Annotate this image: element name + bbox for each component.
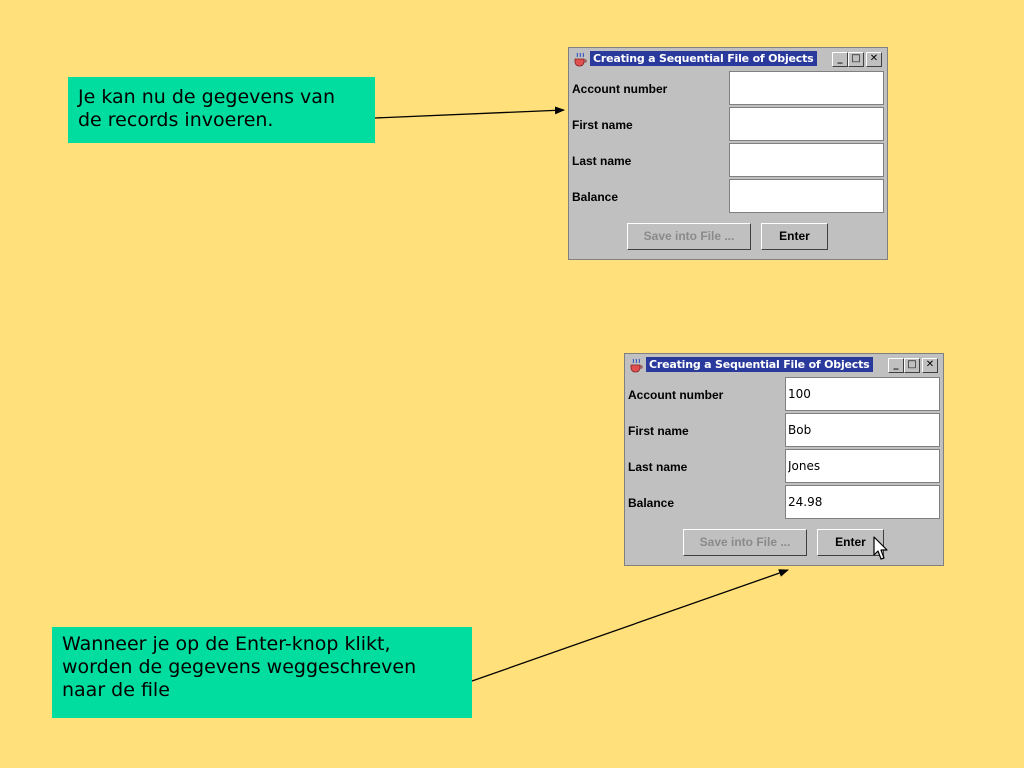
- save-into-file-button[interactable]: Save into File ...: [627, 223, 751, 250]
- note-enter-records: Je kan nu de gegevens van de records inv…: [68, 77, 375, 143]
- account-number-label: Account number: [628, 388, 724, 402]
- maximize-button[interactable]: □: [904, 358, 920, 373]
- account-number-input[interactable]: [785, 377, 940, 411]
- arrow-to-empty-form: [374, 106, 565, 119]
- note-line: naar de file: [62, 679, 170, 701]
- close-button[interactable]: ✕: [922, 358, 938, 373]
- enter-button[interactable]: Enter: [761, 223, 828, 250]
- close-button[interactable]: ✕: [866, 52, 882, 67]
- form-row-account-number: Account number: [572, 70, 886, 106]
- window-empty-form: Creating a Sequential File of Objects _ …: [568, 47, 888, 260]
- mouse-pointer-icon: [873, 536, 888, 560]
- last-name-label: Last name: [628, 460, 688, 474]
- balance-input[interactable]: [729, 179, 884, 213]
- balance-input[interactable]: [785, 485, 940, 519]
- title-bar[interactable]: Creating a Sequential File of Objects _ …: [626, 355, 942, 375]
- note-line: worden de gegevens weggeschreven: [62, 656, 417, 678]
- save-into-file-button[interactable]: Save into File ...: [683, 529, 807, 556]
- last-name-input[interactable]: [729, 143, 884, 177]
- title-bar[interactable]: Creating a Sequential File of Objects _ …: [570, 49, 886, 69]
- window-title: Creating a Sequential File of Objects: [646, 357, 873, 372]
- maximize-button[interactable]: □: [848, 52, 864, 67]
- form-row-last-name: Last name: [572, 142, 886, 178]
- note-enter-button-explanation: Wanneer je op de Enter-knop klikt, worde…: [52, 627, 472, 718]
- window-title: Creating a Sequential File of Objects: [590, 51, 817, 66]
- last-name-label: Last name: [572, 154, 632, 168]
- first-name-label: First name: [572, 118, 633, 132]
- first-name-input[interactable]: [729, 107, 884, 141]
- first-name-label: First name: [628, 424, 689, 438]
- account-number-input[interactable]: [729, 71, 884, 105]
- balance-label: Balance: [572, 190, 619, 204]
- minimize-button[interactable]: _: [832, 52, 848, 67]
- java-cup-icon: [630, 358, 643, 373]
- form-row-first-name: First name: [572, 106, 886, 142]
- java-cup-icon: [574, 52, 587, 67]
- form-row-last-name: Last name: [628, 448, 942, 484]
- form-row-balance: Balance: [572, 178, 886, 214]
- balance-label: Balance: [628, 496, 675, 510]
- arrow-to-filled-form: [471, 569, 789, 682]
- form-row-balance: Balance: [628, 484, 942, 520]
- form-row-account-number: Account number: [628, 376, 942, 412]
- note-line: Wanneer je op de Enter-knop klikt,: [62, 633, 391, 655]
- first-name-input[interactable]: [785, 413, 940, 447]
- last-name-input[interactable]: [785, 449, 940, 483]
- note-line: Je kan nu de gegevens van: [78, 86, 335, 108]
- account-number-label: Account number: [572, 82, 668, 96]
- window-filled-form: Creating a Sequential File of Objects _ …: [624, 353, 944, 566]
- note-line: de records invoeren.: [78, 109, 274, 131]
- form-row-first-name: First name: [628, 412, 942, 448]
- minimize-button[interactable]: _: [888, 358, 904, 373]
